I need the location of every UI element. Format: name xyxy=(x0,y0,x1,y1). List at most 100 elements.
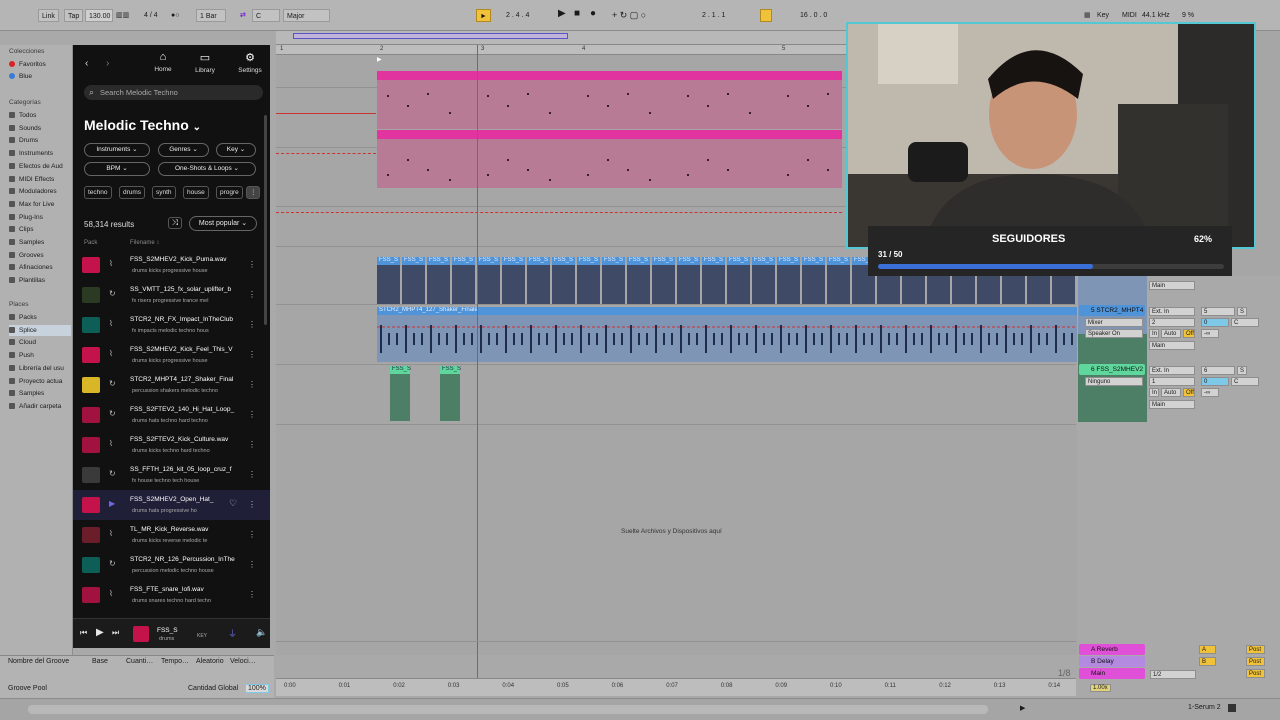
audio-clip[interactable]: FSS_S xyxy=(440,366,461,421)
sample-type-icon[interactable]: ↻ xyxy=(109,469,116,478)
audio-clip[interactable]: FSS_S xyxy=(427,257,450,304)
sample-filename[interactable]: SS_VMTT_125_fx_solar_uplifter_b xyxy=(130,286,238,293)
input-channel-select[interactable]: 1 xyxy=(1149,377,1195,386)
send-field[interactable]: -∞ xyxy=(1201,388,1219,397)
sample-row[interactable]: ↻ STCR2_MHPT4_127_Shaker_Final percussion … xyxy=(73,370,270,400)
tag-synth[interactable]: synth xyxy=(152,186,176,199)
filter-genres[interactable]: Genres ⌄ xyxy=(158,143,209,157)
sample-filename[interactable]: STCR2_NR_FX_Impact_InTheClub xyxy=(130,316,238,323)
more-options-icon[interactable]: ⋮ xyxy=(248,410,256,419)
category-item-8[interactable]: Plug-Ins xyxy=(9,212,71,223)
post-button[interactable]: Post xyxy=(1246,657,1265,666)
grid-fraction[interactable]: 1/8 xyxy=(1058,668,1071,678)
overdub-icon[interactable]: + ↻ ▢ ○ xyxy=(612,9,646,22)
groove-col-tempo[interactable]: Tempo… xyxy=(161,658,189,665)
audio-clip[interactable]: FSS_S xyxy=(402,257,425,304)
tag-techno[interactable]: techno xyxy=(84,186,112,199)
midi-clip[interactable] xyxy=(377,130,842,188)
groove-col-random[interactable]: Aleatorio xyxy=(196,658,224,665)
monitor-auto-button[interactable]: Auto xyxy=(1161,388,1181,397)
sample-row[interactable]: ↻ STCR2_NR_126_Percussion_InThe percussion… xyxy=(73,550,270,580)
more-options-icon[interactable]: ⋮ xyxy=(248,260,256,269)
follow-icon[interactable]: ► xyxy=(476,9,491,22)
nav-home[interactable]: ⌂ Home xyxy=(143,51,183,73)
time-signature[interactable]: 4 / 4 xyxy=(144,9,158,22)
category-item-6[interactable]: Moduladores xyxy=(9,186,71,197)
post-button[interactable]: Post xyxy=(1246,645,1265,654)
category-item-13[interactable]: Plantillas xyxy=(9,275,71,286)
filter-oneshots-loops[interactable]: One-Shots & Loops ⌄ xyxy=(158,162,256,176)
tap-button[interactable]: Tap xyxy=(64,9,84,22)
audio-clip[interactable]: FSS_S xyxy=(452,257,475,304)
sample-filename[interactable]: FSS_S2MHEV2_Kick_Puma.wav xyxy=(130,256,238,263)
sample-filename[interactable]: FSS_S2MHEV2_Open_Hat_ xyxy=(130,496,238,503)
more-options-icon[interactable]: ⋮ xyxy=(248,350,256,359)
sample-type-icon[interactable]: ↻ xyxy=(109,289,116,298)
more-options-icon[interactable]: ⋮ xyxy=(248,470,256,479)
post-button[interactable]: Post xyxy=(1246,669,1265,678)
sample-filename[interactable]: TL_MR_Kick_Reverse.wav xyxy=(130,526,238,533)
time-ruler[interactable]: 0:00 0:01 0:02 0:03 0:04 0:05 0:06 0:07 0:08 0:09… xyxy=(276,678,1076,696)
more-tags-icon[interactable]: ⋮ xyxy=(246,186,260,199)
column-pack[interactable]: Pack xyxy=(84,240,97,246)
pan-field[interactable]: C xyxy=(1231,377,1259,386)
track5-name[interactable]: 5 STCR2_MHPT4 xyxy=(1079,305,1145,316)
groove-col-base[interactable]: Base xyxy=(92,658,108,665)
place-item-3[interactable]: Push xyxy=(9,350,71,361)
sample-filename[interactable]: STCR2_NR_126_Percussion_InThe xyxy=(130,556,238,563)
audio-clip[interactable]: FSS_S xyxy=(827,257,850,304)
sample-type-icon[interactable]: ⌇ xyxy=(109,589,113,598)
place-item-0[interactable]: Packs xyxy=(9,312,71,323)
solo-button[interactable]: S xyxy=(1237,366,1247,375)
place-item-7[interactable]: Añadir carpeta xyxy=(9,401,71,412)
play-icon[interactable]: ▶ xyxy=(558,7,566,20)
output-select[interactable]: Main xyxy=(1149,400,1195,409)
sample-type-icon[interactable]: ⌇ xyxy=(109,259,113,268)
audio-clip[interactable]: FSS_S xyxy=(802,257,825,304)
return-b-button[interactable]: B xyxy=(1199,657,1216,666)
sample-row[interactable]: ⌇ FSS_S2FTEV2_Kick_Culture.wav drums kicks… xyxy=(73,430,270,460)
collection-favoritos[interactable]: Favoritos xyxy=(9,59,71,70)
root-key-select[interactable]: C xyxy=(252,9,280,22)
nav-settings[interactable]: ⚙ Settings xyxy=(230,51,270,74)
device-view-icon[interactable] xyxy=(1228,704,1236,712)
key-map-label[interactable]: Key xyxy=(1097,9,1109,22)
sample-type-icon[interactable]: ⌇ xyxy=(109,529,113,538)
splice-scrollbar[interactable] xyxy=(264,115,267,325)
tag-drums[interactable]: drums xyxy=(119,186,146,199)
audio-clip[interactable]: FSS_S xyxy=(390,366,411,421)
place-item-6[interactable]: Samples xyxy=(9,388,71,399)
scale-select[interactable]: Major xyxy=(283,9,330,22)
audio-clip[interactable]: STCR2_MHPT4_127_Shaker_Finale xyxy=(377,307,1077,362)
category-item-7[interactable]: Max for Live xyxy=(9,199,71,210)
sample-type-icon[interactable]: ↻ xyxy=(109,379,116,388)
more-options-icon[interactable]: ⋮ xyxy=(248,500,256,509)
sample-filename[interactable]: FSS_S2FTEV2_140_Hi_Hat_Loop_ xyxy=(130,406,238,413)
sample-row[interactable]: ↻ SS_VMTT_125_fx_solar_uplifter_b fx riser… xyxy=(73,280,270,310)
audio-clip[interactable]: FSS_S xyxy=(552,257,575,304)
link-button[interactable]: Link xyxy=(38,9,59,22)
place-item-2[interactable]: Cloud xyxy=(9,337,71,348)
audio-clip[interactable]: FSS_S xyxy=(527,257,550,304)
return-a-reverb[interactable]: A Reverb xyxy=(1079,644,1145,655)
sample-row[interactable]: ▶ FSS_S2MHEV2_Open_Hat_ drums hats progres… xyxy=(73,490,270,520)
monitor-auto-button[interactable]: Auto xyxy=(1161,329,1181,338)
sample-type-icon[interactable]: ⌇ xyxy=(109,349,113,358)
groove-col-velocity[interactable]: Veloci… xyxy=(230,658,256,665)
sample-filename[interactable]: SS_FFTH_126_kit_05_loop_cruz_f xyxy=(130,466,238,473)
main-output-select[interactable]: 1/2 xyxy=(1150,670,1196,679)
pitch-icon[interactable]: ⏚ xyxy=(228,627,237,640)
monitor-off-button[interactable]: Off xyxy=(1183,388,1195,397)
more-options-icon[interactable]: ⋮ xyxy=(248,530,256,539)
status-play-icon[interactable]: ▶ xyxy=(1020,704,1025,712)
search-input[interactable]: Search Melodic Techno xyxy=(84,85,263,100)
audio-clip[interactable]: FSS_S xyxy=(677,257,700,304)
category-item-10[interactable]: Samples xyxy=(9,237,71,248)
tag-progressive[interactable]: progre xyxy=(216,186,243,199)
category-item-1[interactable]: Sounds xyxy=(9,123,71,134)
return-a-button[interactable]: A xyxy=(1199,645,1216,654)
audio-clip[interactable]: FSS_S xyxy=(477,257,500,304)
more-options-icon[interactable]: ⋮ xyxy=(248,380,256,389)
song-position[interactable]: 2 . 4 . 4 xyxy=(506,9,529,22)
zoom-field[interactable]: 1.00x xyxy=(1090,684,1111,692)
